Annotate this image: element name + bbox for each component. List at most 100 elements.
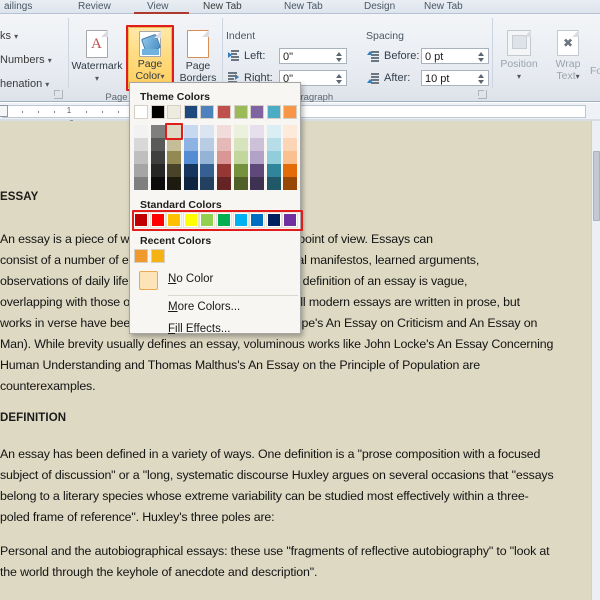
- ribbon-tab-review[interactable]: Review: [78, 0, 111, 14]
- theme-color-shade-swatch[interactable]: [283, 164, 298, 177]
- standard-color-swatch[interactable]: [182, 212, 199, 228]
- theme-color-shade-swatch[interactable]: [167, 177, 182, 190]
- theme-color-shade-swatch[interactable]: [134, 151, 148, 164]
- theme-color-shade-swatch[interactable]: [134, 177, 148, 190]
- ribbon-tab-design[interactable]: Design: [364, 0, 395, 14]
- theme-color-shade-swatch[interactable]: [283, 151, 298, 164]
- standard-color-swatch[interactable]: [265, 212, 282, 228]
- theme-color-shade-swatch[interactable]: [283, 138, 298, 151]
- recent-color-swatch[interactable]: [134, 249, 148, 263]
- standard-color-swatch[interactable]: [166, 212, 183, 228]
- vertical-scrollbar[interactable]: [591, 121, 600, 600]
- theme-color-swatch[interactable]: [217, 105, 231, 119]
- theme-color-swatch[interactable]: [200, 105, 215, 119]
- standard-color-swatch[interactable]: [282, 212, 299, 228]
- breaks-dropdown[interactable]: ks ▾: [0, 30, 18, 42]
- theme-color-shade-swatch[interactable]: [233, 151, 248, 164]
- theme-color-shade-swatch[interactable]: [183, 125, 198, 138]
- indent-right-stepper[interactable]: [335, 72, 344, 86]
- theme-color-shade-swatch[interactable]: [266, 177, 281, 190]
- theme-color-swatch[interactable]: [183, 105, 198, 119]
- ribbon-tab-mailings[interactable]: ailings: [4, 0, 32, 14]
- theme-color-shade-swatch[interactable]: [200, 177, 215, 190]
- theme-color-shade-swatch[interactable]: [233, 164, 248, 177]
- theme-color-shade-swatch[interactable]: [167, 164, 182, 177]
- spacing-before-stepper[interactable]: [477, 50, 486, 64]
- hyphenation-dropdown[interactable]: henation ▾: [0, 78, 49, 90]
- theme-color-swatch[interactable]: [266, 105, 281, 119]
- theme-color-shade-swatch[interactable]: [217, 177, 231, 190]
- theme-color-swatch[interactable]: [233, 105, 248, 119]
- page-borders-button[interactable]: Page Borders: [176, 30, 220, 84]
- standard-color-swatch[interactable]: [232, 212, 249, 228]
- theme-color-shade-swatch[interactable]: [183, 151, 198, 164]
- theme-color-shade-swatch[interactable]: [183, 177, 198, 190]
- indent-left-field[interactable]: 0": [279, 48, 347, 64]
- page-color-button[interactable]: Page Color▾: [128, 27, 172, 89]
- spacing-after-stepper[interactable]: [477, 72, 486, 86]
- theme-color-shade-swatch[interactable]: [250, 151, 265, 164]
- standard-color-swatch[interactable]: [133, 212, 149, 228]
- theme-color-shade-swatch[interactable]: [167, 125, 182, 138]
- ribbon-tab-new-tab-2[interactable]: New Tab: [284, 0, 323, 14]
- theme-color-shade-swatch[interactable]: [266, 138, 281, 151]
- paragraph-dialog-launcher[interactable]: [478, 90, 487, 99]
- standard-color-swatch[interactable]: [149, 212, 166, 228]
- theme-color-shade-swatch[interactable]: [233, 177, 248, 190]
- ribbon-tab-new-tab-1[interactable]: New Tab: [203, 0, 242, 14]
- wrap-text-button[interactable]: ✖ Wrap Text▾: [548, 30, 588, 82]
- theme-color-shade-swatch[interactable]: [250, 138, 265, 151]
- theme-color-shade-swatch[interactable]: [233, 125, 248, 138]
- scrollbar-thumb[interactable]: [593, 151, 600, 221]
- fill-effects-menu-item[interactable]: Fill Effects...: [168, 323, 230, 335]
- theme-color-shade-swatch[interactable]: [283, 177, 298, 190]
- theme-color-shade-swatch[interactable]: [250, 125, 265, 138]
- theme-color-shade-swatch[interactable]: [200, 125, 215, 138]
- no-color-menu-item[interactable]: No Color: [168, 273, 213, 285]
- no-color-swatch[interactable]: [139, 271, 158, 290]
- watermark-button[interactable]: A Watermark ▾: [71, 30, 123, 84]
- theme-color-shade-swatch[interactable]: [150, 138, 165, 151]
- theme-color-shade-swatch[interactable]: [266, 164, 281, 177]
- recent-color-swatch[interactable]: [150, 249, 165, 263]
- theme-color-shade-swatch[interactable]: [217, 138, 231, 151]
- theme-color-shade-swatch[interactable]: [167, 138, 182, 151]
- theme-color-shade-swatch[interactable]: [134, 138, 148, 151]
- theme-color-shade-swatch[interactable]: [200, 151, 215, 164]
- theme-color-swatch[interactable]: [134, 105, 148, 119]
- theme-color-shade-swatch[interactable]: [250, 164, 265, 177]
- theme-color-shade-swatch[interactable]: [217, 151, 231, 164]
- theme-color-shade-swatch[interactable]: [217, 164, 231, 177]
- position-button[interactable]: Position ▾: [496, 30, 542, 82]
- left-indent-marker[interactable]: [0, 105, 8, 117]
- theme-color-shade-swatch[interactable]: [233, 138, 248, 151]
- theme-color-swatch[interactable]: [150, 105, 165, 119]
- theme-color-shade-swatch[interactable]: [217, 125, 231, 138]
- theme-color-shade-swatch[interactable]: [167, 151, 182, 164]
- theme-color-shade-swatch[interactable]: [150, 164, 165, 177]
- theme-color-swatch[interactable]: [283, 105, 298, 119]
- theme-color-shade-swatch[interactable]: [250, 177, 265, 190]
- theme-color-swatch[interactable]: [250, 105, 265, 119]
- bring-forward-button[interactable]: Fo: [590, 65, 600, 78]
- standard-color-swatch[interactable]: [249, 212, 266, 228]
- theme-color-shade-swatch[interactable]: [200, 138, 215, 151]
- theme-color-shade-swatch[interactable]: [266, 151, 281, 164]
- theme-color-shade-swatch[interactable]: [183, 164, 198, 177]
- theme-color-shade-swatch[interactable]: [134, 164, 148, 177]
- theme-color-shade-swatch[interactable]: [150, 125, 165, 138]
- theme-color-shade-swatch[interactable]: [183, 138, 198, 151]
- theme-color-shade-swatch[interactable]: [150, 177, 165, 190]
- more-colors-menu-item[interactable]: More Colors...: [168, 301, 240, 313]
- page-color-dropdown-menu[interactable]: Theme Colors Standard Colors Recent Colo…: [129, 82, 303, 335]
- spacing-after-field[interactable]: 10 pt: [421, 70, 489, 86]
- theme-color-shade-swatch[interactable]: [283, 125, 298, 138]
- theme-color-shade-swatch[interactable]: [200, 164, 215, 177]
- theme-color-shade-swatch[interactable]: [150, 151, 165, 164]
- standard-color-swatch[interactable]: [199, 212, 216, 228]
- line-numbers-dropdown[interactable]: Numbers ▾: [0, 54, 52, 66]
- page-setup-dialog-launcher[interactable]: [54, 90, 63, 99]
- theme-color-shade-swatch[interactable]: [266, 125, 281, 138]
- indent-left-stepper[interactable]: [335, 50, 344, 64]
- ribbon-tab-new-tab-3[interactable]: New Tab: [424, 0, 463, 14]
